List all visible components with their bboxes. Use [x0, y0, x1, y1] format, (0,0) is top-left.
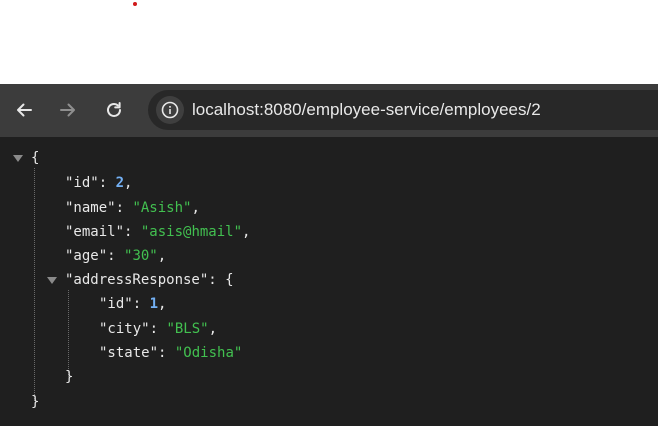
json-key: "age": [65, 248, 108, 264]
site-info-button[interactable]: [156, 96, 184, 124]
forward-button[interactable]: [53, 95, 83, 125]
browser-toolbar: localhost:8080/employee-service/employee…: [0, 84, 658, 137]
indent-guide-root: [34, 168, 35, 401]
reload-icon: [107, 102, 121, 117]
back-button[interactable]: [9, 95, 39, 125]
address-bar[interactable]: localhost:8080/employee-service/employee…: [148, 90, 658, 130]
json-value-number: 2: [115, 175, 125, 191]
root-close-brace: }: [31, 394, 40, 410]
json-field-state: "state": "Odisha": [99, 345, 243, 361]
reload-button[interactable]: [99, 95, 129, 125]
json-value-string: "BLS": [166, 321, 209, 337]
json-value-number: 1: [149, 296, 159, 312]
indent-guide-nested: [68, 290, 69, 377]
nested-open-brace: {: [225, 272, 234, 288]
json-field-addressResponse: "addressResponse": {: [65, 272, 234, 288]
collapse-root-toggle-icon[interactable]: [13, 155, 23, 162]
url-text[interactable]: localhost:8080/employee-service/employee…: [192, 90, 541, 130]
root-open-brace: {: [31, 150, 40, 166]
json-key: "addressResponse": [65, 272, 209, 288]
json-key: "city": [99, 321, 150, 337]
json-field-address-id: "id": 1,: [99, 296, 167, 312]
json-value-string: "30": [124, 248, 158, 264]
json-key: "id": [65, 175, 99, 191]
collapse-address-toggle-icon[interactable]: [47, 277, 57, 284]
json-key: "state": [99, 345, 159, 361]
red-dot-marker: [133, 2, 137, 6]
json-value-string: "Odisha": [174, 345, 243, 361]
json-key: "id": [99, 296, 133, 312]
json-field-email: "email": "asis@hmail",: [65, 224, 251, 240]
json-field-name: "name": "Asish",: [65, 200, 200, 216]
info-icon: [161, 101, 179, 119]
json-key: "email": [65, 224, 125, 240]
forward-arrow-icon: [60, 103, 75, 117]
json-field-age: "age": "30",: [65, 248, 167, 264]
json-value-string: "Asish": [132, 200, 192, 216]
back-arrow-icon: [17, 103, 32, 117]
json-field-city: "city": "BLS",: [99, 321, 218, 337]
json-viewer: { "id": 2, "name": "Asish", "email": "as…: [0, 137, 658, 426]
json-key: "name": [65, 200, 116, 216]
nested-close-brace: }: [65, 369, 74, 385]
json-value-string: "asis@hmail": [140, 224, 243, 240]
json-field-id: "id": 2,: [65, 175, 133, 191]
